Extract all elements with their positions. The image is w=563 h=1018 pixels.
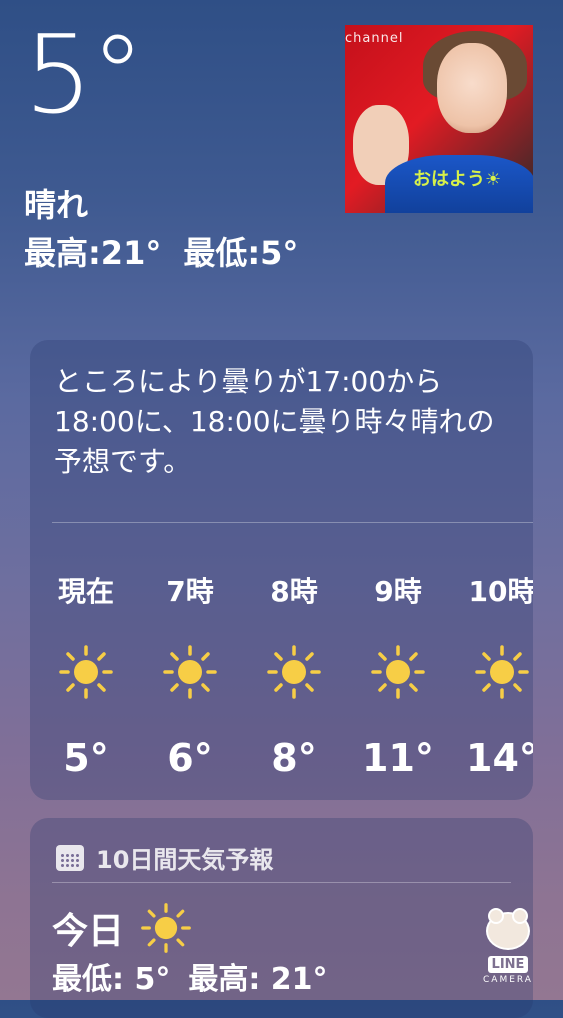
forecast-day-label: 今日 bbox=[52, 911, 125, 952]
hour-label: 10時 bbox=[468, 575, 533, 608]
hour-label: 9時 bbox=[374, 575, 422, 608]
calendar-icon bbox=[56, 844, 84, 871]
forecast-today-range: 最低: 5° 最高: 21° bbox=[52, 954, 328, 998]
forecast-row-today[interactable]: 今日 bbox=[52, 902, 192, 954]
hour-temperature: 6° bbox=[167, 736, 213, 780]
sun-icon bbox=[266, 644, 322, 700]
sun-icon bbox=[58, 644, 114, 700]
hour-label: 7時 bbox=[166, 575, 214, 608]
hour-item: 現在 5° bbox=[34, 570, 138, 780]
current-temperature: 5° bbox=[24, 13, 145, 138]
hour-item: 8時 8° bbox=[242, 570, 346, 780]
hour-temperature: 11° bbox=[362, 736, 434, 780]
forecast-low: 最低: 5° bbox=[52, 962, 171, 997]
sun-icon bbox=[162, 644, 218, 700]
hour-label: 8時 bbox=[270, 575, 318, 608]
divider bbox=[52, 522, 533, 523]
ten-day-forecast-header: 10日間天気予報 bbox=[56, 840, 273, 875]
current-high-low: 最高:21° 最低:5° bbox=[24, 228, 298, 274]
current-weather: 5° bbox=[24, 13, 145, 138]
hour-temperature: 8° bbox=[271, 736, 317, 780]
photo-greeting: おはよう☀ bbox=[413, 169, 502, 190]
forecast-high: 最高: 21° bbox=[188, 962, 328, 997]
current-low: 最低:5° bbox=[183, 234, 299, 272]
sun-icon bbox=[370, 644, 426, 700]
divider bbox=[52, 882, 511, 883]
hour-temperature: 14° bbox=[466, 736, 533, 780]
sun-icon bbox=[474, 644, 530, 700]
hour-item: 7時 6° bbox=[138, 570, 242, 780]
line-camera-watermark: LINE CAMERA bbox=[468, 908, 548, 988]
bear-logo-icon bbox=[486, 908, 530, 950]
photo-channel-text: channel bbox=[345, 31, 404, 46]
hour-temperature: 5° bbox=[63, 736, 109, 780]
ten-day-forecast-card[interactable]: 10日間天気予報 今日 最低: 5° 最高: 21° bbox=[30, 818, 533, 1018]
watermark-brand: LINE bbox=[487, 956, 529, 973]
hour-item: 10時 14° bbox=[450, 570, 533, 780]
hour-label: 現在 bbox=[57, 575, 114, 608]
watermark-sub: CAMERA bbox=[483, 975, 533, 985]
profile-photo-sticker: channel おはよう☀ bbox=[345, 25, 533, 213]
current-high: 最高:21° bbox=[24, 234, 162, 272]
hourly-forecast-card[interactable]: ところにより曇りが17:00から18:00に、18:00に曇り時々晴れの予想です… bbox=[30, 340, 533, 800]
hour-item: 9時 11° bbox=[346, 570, 450, 780]
sun-icon bbox=[140, 902, 192, 954]
current-condition: 晴れ bbox=[24, 186, 89, 224]
ten-day-forecast-title: 10日間天気予報 bbox=[96, 846, 274, 874]
forecast-summary: ところにより曇りが17:00から18:00に、18:00に曇り時々晴れの予想です… bbox=[54, 365, 495, 478]
